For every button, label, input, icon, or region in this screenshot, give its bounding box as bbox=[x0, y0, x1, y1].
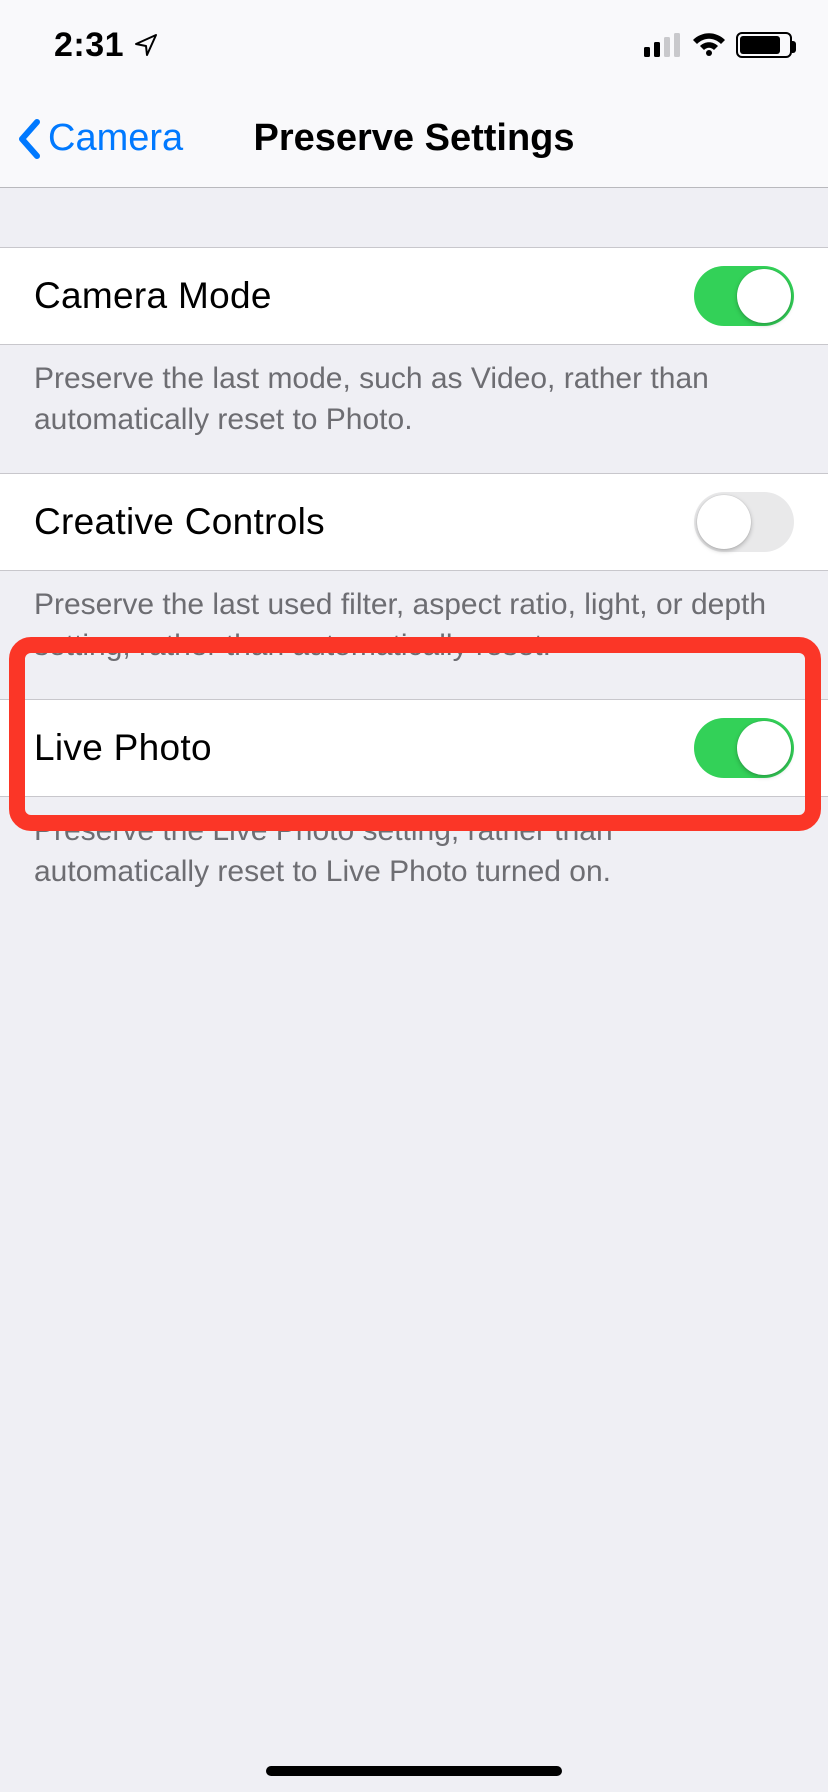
status-right bbox=[644, 32, 792, 58]
status-time: 2:31 bbox=[54, 26, 124, 65]
status-left: 2:31 bbox=[54, 26, 158, 65]
back-button[interactable]: Camera bbox=[0, 117, 183, 160]
setting-description: Preserve the last used filter, aspect ra… bbox=[0, 571, 828, 699]
setting-label: Live Photo bbox=[34, 727, 212, 769]
home-indicator[interactable] bbox=[266, 1766, 562, 1776]
live-photo-toggle[interactable] bbox=[694, 718, 794, 778]
cellular-signal-icon bbox=[644, 33, 682, 57]
setting-row-live-photo: Live Photo bbox=[0, 699, 828, 797]
creative-controls-toggle[interactable] bbox=[694, 492, 794, 552]
nav-bar: Camera Preserve Settings bbox=[0, 90, 828, 188]
setting-label: Creative Controls bbox=[34, 501, 325, 543]
wifi-icon bbox=[692, 33, 726, 57]
status-bar: 2:31 bbox=[0, 0, 828, 90]
setting-description: Preserve the Live Photo setting, rather … bbox=[0, 797, 828, 916]
battery-icon bbox=[736, 32, 792, 58]
setting-label: Camera Mode bbox=[34, 275, 272, 317]
chevron-left-icon bbox=[16, 119, 42, 159]
back-label: Camera bbox=[48, 117, 183, 160]
setting-row-creative-controls: Creative Controls bbox=[0, 473, 828, 571]
setting-description: Preserve the last mode, such as Video, r… bbox=[0, 345, 828, 473]
location-icon bbox=[134, 33, 158, 57]
setting-row-camera-mode: Camera Mode bbox=[0, 247, 828, 345]
camera-mode-toggle[interactable] bbox=[694, 266, 794, 326]
spacer bbox=[0, 188, 828, 247]
